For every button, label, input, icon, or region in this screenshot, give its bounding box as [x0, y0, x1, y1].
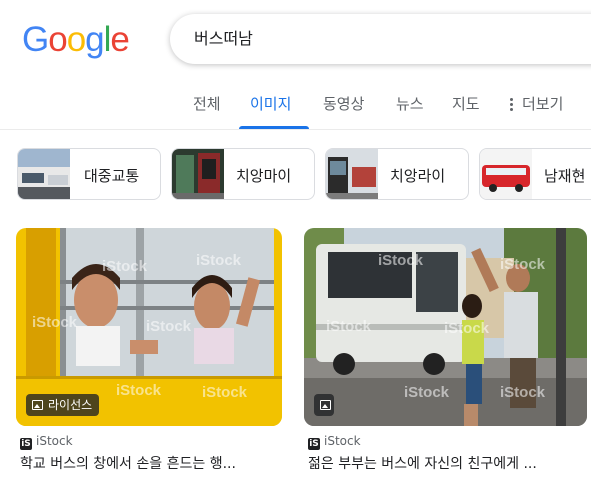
result-title[interactable]: 학교 버스의 창에서 손을 흔드는 행... — [20, 453, 282, 473]
watermark: iStock — [196, 252, 242, 269]
logo-letter: g — [85, 20, 104, 59]
chip-label: 치앙마이 — [236, 167, 292, 185]
chip-label: 치앙라이 — [390, 167, 446, 185]
watermark: iStock — [326, 318, 372, 335]
watermark: iStock — [116, 382, 162, 399]
license-badge: 라이선스 — [26, 394, 100, 416]
active-tab-indicator — [239, 126, 309, 129]
image-result[interactable]: iStock iStock iStock iStock iStock iStoc… — [304, 228, 587, 426]
image-icon — [320, 400, 331, 410]
related-chip[interactable]: 치앙마이 — [171, 148, 315, 200]
istock-favicon-icon: iS — [308, 438, 320, 450]
result-source[interactable]: iS iStock — [308, 434, 361, 450]
watermark: iStock — [102, 258, 148, 275]
tab-all[interactable]: 전체 — [193, 94, 221, 114]
logo-letter: e — [110, 20, 129, 59]
search-input[interactable] — [194, 27, 574, 46]
search-tabs: 전체 이미지 동영상 뉴스 지도 더보기 — [0, 90, 591, 130]
watermark: iStock — [500, 256, 546, 273]
tab-more[interactable]: 더보기 — [510, 94, 563, 114]
license-badge — [314, 394, 334, 416]
tab-images[interactable]: 이미지 — [250, 94, 291, 114]
tab-news[interactable]: 뉴스 — [396, 94, 424, 114]
watermark: iStock — [32, 314, 78, 331]
image-result[interactable]: iStock iStock iStock iStock iStock iStoc… — [16, 228, 282, 426]
tab-videos[interactable]: 동영상 — [323, 94, 364, 114]
logo-letter: G — [22, 20, 49, 59]
result-title[interactable]: 젊은 부부는 버스에 자신의 친구에게 ... — [308, 453, 570, 473]
watermark: iStock — [404, 384, 450, 401]
google-logo[interactable]: Google — [22, 20, 130, 59]
bus-station-thumbnail — [18, 149, 70, 199]
bus-door-thumbnail — [172, 149, 224, 199]
related-chip[interactable]: 남재현 — [479, 148, 591, 200]
chip-label: 남재현 — [544, 167, 586, 185]
result-source[interactable]: iS iStock — [20, 434, 73, 450]
watermark: iStock — [444, 320, 490, 337]
more-vert-icon — [510, 96, 514, 113]
istock-favicon-icon: iS — [20, 438, 32, 450]
logo-letter: o — [66, 20, 86, 59]
bus-terminal-thumbnail — [326, 149, 378, 199]
source-name: iStock — [36, 434, 73, 448]
image-icon — [32, 400, 43, 410]
logo-letter: o — [48, 20, 67, 59]
tab-maps[interactable]: 지도 — [452, 94, 480, 114]
watermark: iStock — [146, 318, 192, 335]
tab-more-label: 더보기 — [522, 95, 564, 113]
chip-label: 대중교통 — [84, 167, 140, 185]
watermark: iStock — [500, 384, 546, 401]
source-name: iStock — [324, 434, 361, 448]
watermark: iStock — [202, 384, 248, 401]
related-chip[interactable]: 치앙라이 — [325, 148, 469, 200]
badge-label: 라이선스 — [48, 398, 93, 412]
search-box[interactable] — [170, 14, 591, 64]
watermark: iStock — [378, 252, 424, 269]
red-bus-thumbnail — [480, 149, 532, 199]
related-chip[interactable]: 대중교통 — [17, 148, 161, 200]
